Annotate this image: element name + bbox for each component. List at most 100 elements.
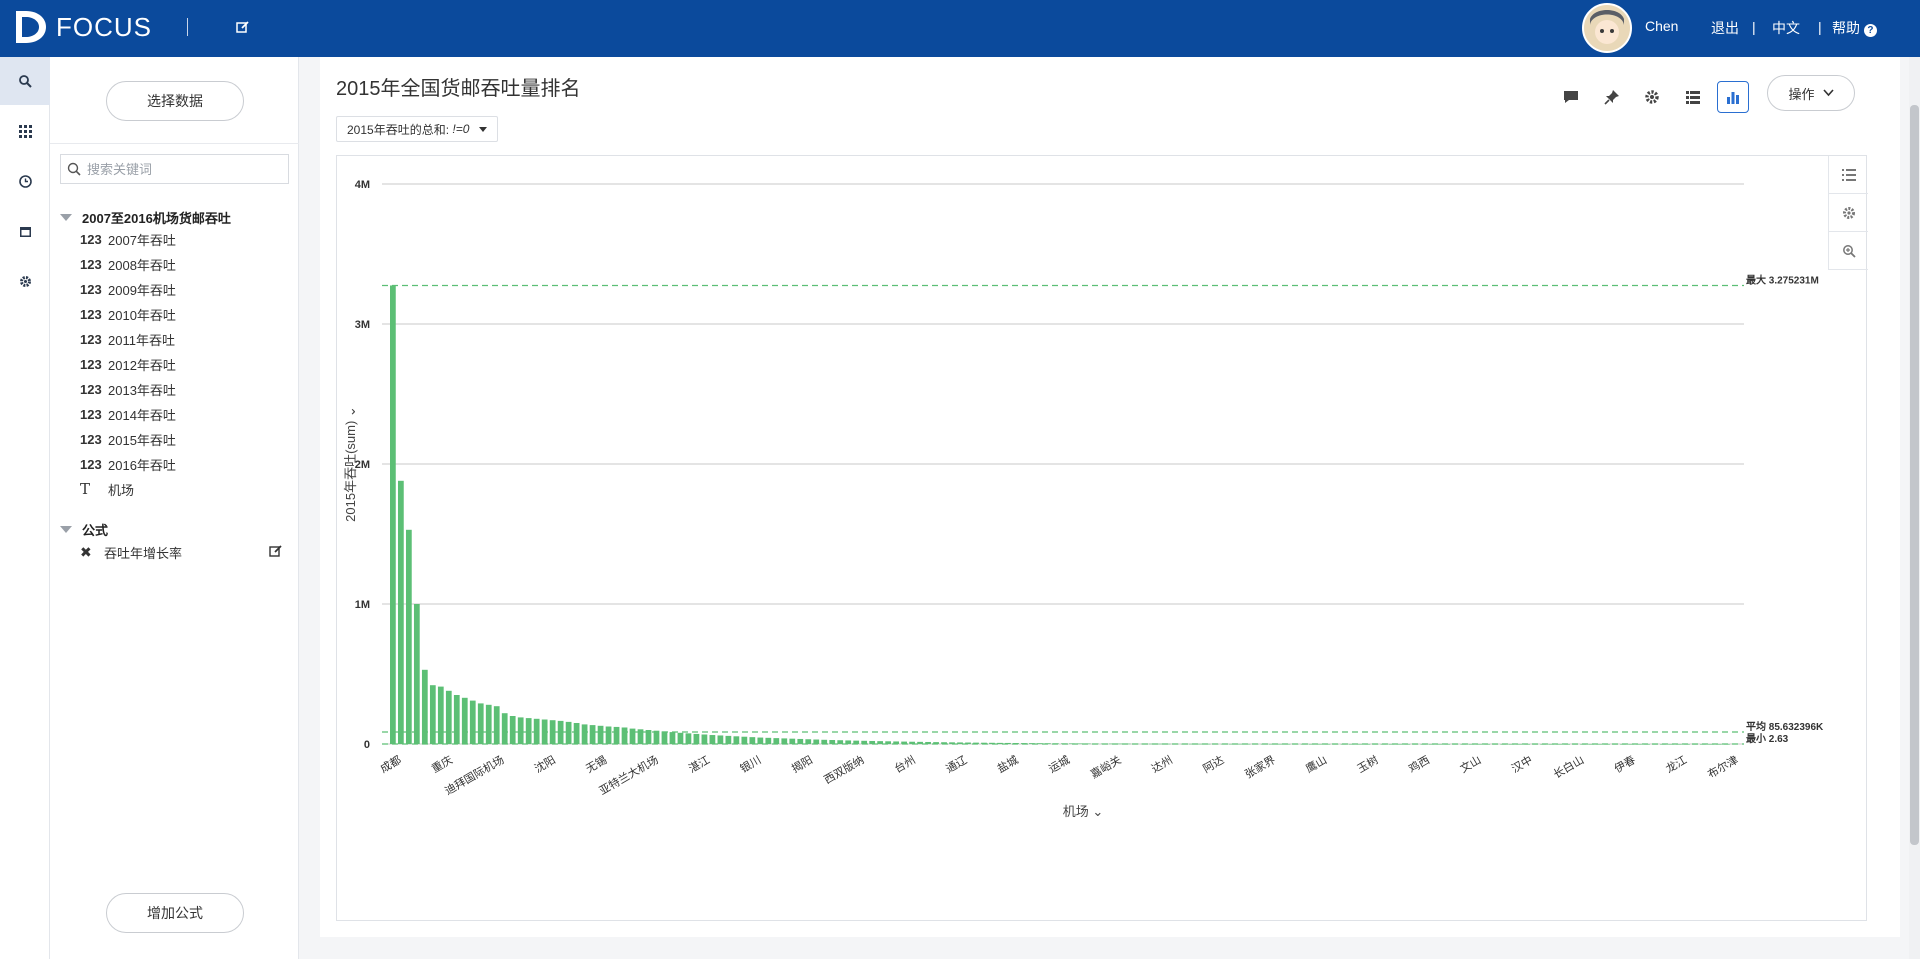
comment-icon[interactable] — [1555, 81, 1587, 113]
divider — [187, 18, 188, 36]
filter-dropdown[interactable]: 2015年吞吐的总和: !=0 — [336, 116, 499, 142]
logo[interactable]: FOCUS — [12, 9, 152, 45]
field-item[interactable]: 123 2016年吞吐 — [80, 453, 176, 475]
page-title: 2015年全国货邮吞吐量排名 — [336, 78, 581, 100]
data-panel: 选择数据 2007至2016机场货邮吞吐 123 2007年吞吐 123 2008年… — [50, 57, 299, 959]
x-tick-label: 鹰山 — [1303, 752, 1329, 775]
formula-item[interactable]: ✖ 吞吐年增长率 — [80, 541, 182, 563]
bar — [533, 718, 540, 744]
bar — [789, 738, 796, 744]
bar — [621, 727, 628, 744]
separator: | — [1752, 19, 1756, 35]
language-link[interactable]: 中文 — [1772, 18, 1800, 38]
bar — [477, 703, 484, 744]
x-tick-label: 银川 — [737, 752, 763, 775]
field-item[interactable]: 123 2008年吞吐 — [80, 253, 176, 275]
search-icon[interactable] — [0, 57, 50, 105]
field-item[interactable]: 123 2007年吞吐 — [80, 228, 176, 250]
bar — [725, 735, 732, 744]
select-data-button[interactable]: 选择数据 — [106, 81, 244, 121]
list-view-icon[interactable] — [1677, 81, 1709, 113]
chart-container: 0 1M 2M 3M 4M 最大 3.275231M 平均 85.632396K 最小 2.6… — [336, 155, 1868, 921]
help-label: 帮助 — [1832, 20, 1860, 36]
bar — [821, 739, 828, 744]
bar — [733, 736, 740, 744]
x-tick-label: 嘉峪关 — [1088, 752, 1124, 781]
filter-label: 2015年吞吐的总和: — [347, 122, 450, 137]
x-tick-label: 龙江 — [1664, 753, 1690, 775]
reference-line-label: 最大 3.275231M — [1746, 273, 1819, 286]
grid-icon[interactable] — [0, 107, 50, 155]
calendar-icon[interactable] — [0, 207, 50, 255]
top-bar: FOCUS Chen 退出 | 中文 | 帮助 ? — [0, 0, 1920, 57]
field-item[interactable]: 123 2015年吞吐 — [80, 428, 176, 450]
field-item[interactable]: 123 2013年吞吐 — [80, 378, 176, 400]
x-tick-label: 文山 — [1457, 752, 1483, 775]
clock-icon[interactable] — [0, 157, 50, 205]
x-tick-label: 达州 — [1149, 753, 1175, 775]
field-item[interactable]: 123 2014年吞吐 — [80, 403, 176, 425]
formula-label: 吞吐年增长率 — [104, 545, 183, 561]
field-label: 2007年吞吐 — [108, 232, 176, 248]
chart-view-icon[interactable] — [1717, 81, 1749, 113]
bar — [677, 732, 684, 744]
bar — [781, 738, 788, 744]
bar — [573, 723, 580, 744]
operations-label: 操作 — [1788, 86, 1815, 102]
divider — [50, 143, 299, 144]
field-label: 2008年吞吐 — [108, 257, 176, 273]
bar — [653, 730, 660, 744]
logout-link[interactable]: 退出 — [1711, 18, 1739, 38]
bar — [437, 686, 444, 744]
bar — [421, 669, 428, 744]
bar — [597, 725, 604, 744]
field-item[interactable]: 123 2009年吞吐 — [80, 278, 176, 300]
chart-gear-icon[interactable] — [1828, 194, 1868, 232]
bar — [501, 713, 508, 744]
help-link[interactable]: 帮助 ? — [1832, 18, 1877, 38]
search-box[interactable] — [60, 154, 289, 184]
avatar[interactable] — [1582, 3, 1632, 53]
bar — [413, 604, 420, 744]
number-type-icon: 123 — [80, 456, 102, 472]
table-node[interactable]: 2007至2016机场货邮吞吐 — [60, 208, 231, 227]
field-item[interactable]: 123 2012年吞吐 — [80, 353, 176, 375]
settings-icon[interactable] — [1636, 81, 1668, 113]
field-label: 2014年吞吐 — [108, 407, 176, 423]
field-label: 2015年吞吐 — [108, 432, 176, 448]
field-item[interactable]: 123 2011年吞吐 — [80, 328, 175, 350]
x-tick-label: 长白山 — [1551, 752, 1587, 781]
bar — [613, 726, 620, 744]
number-type-icon: 123 — [80, 231, 102, 247]
pin-icon[interactable] — [1596, 81, 1628, 113]
chevron-down-icon — [1822, 89, 1834, 97]
search-input[interactable] — [85, 160, 275, 178]
user-name[interactable]: Chen — [1645, 18, 1678, 34]
number-type-icon: 123 — [80, 431, 102, 447]
add-formula-button[interactable]: 增加公式 — [106, 893, 244, 933]
bar — [405, 529, 412, 744]
legend-list-icon[interactable] — [1828, 156, 1868, 194]
operations-button[interactable]: 操作 — [1767, 75, 1855, 111]
edit-icon[interactable] — [236, 20, 250, 37]
field-item[interactable]: 123 2010年吞吐 — [80, 303, 176, 325]
x-tick-label: 揭阳 — [789, 752, 815, 775]
bar — [589, 725, 596, 744]
bar — [581, 724, 588, 744]
bar — [749, 737, 756, 744]
zoom-icon[interactable] — [1828, 232, 1868, 270]
edit-formula-icon[interactable] — [269, 544, 283, 563]
reference-line-label: 最小 2.63 — [1746, 732, 1789, 745]
bar — [741, 736, 748, 744]
collapse-triangle-icon[interactable] — [60, 214, 72, 221]
bar — [445, 690, 452, 744]
bar — [493, 706, 500, 744]
bar-chart[interactable]: 01M2M3M4M最大 3.275231M平均 85.632396K最小 2.6… — [337, 156, 1827, 920]
formula-group[interactable]: 公式 — [60, 520, 108, 539]
field-item[interactable]: T 机场 — [80, 478, 134, 500]
collapse-triangle-icon[interactable] — [60, 526, 72, 533]
x-tick-label: 重庆 — [429, 752, 455, 775]
field-label: 2011年吞吐 — [108, 332, 175, 348]
gear-icon[interactable] — [0, 257, 50, 305]
scrollbar-thumb[interactable] — [1910, 105, 1919, 845]
